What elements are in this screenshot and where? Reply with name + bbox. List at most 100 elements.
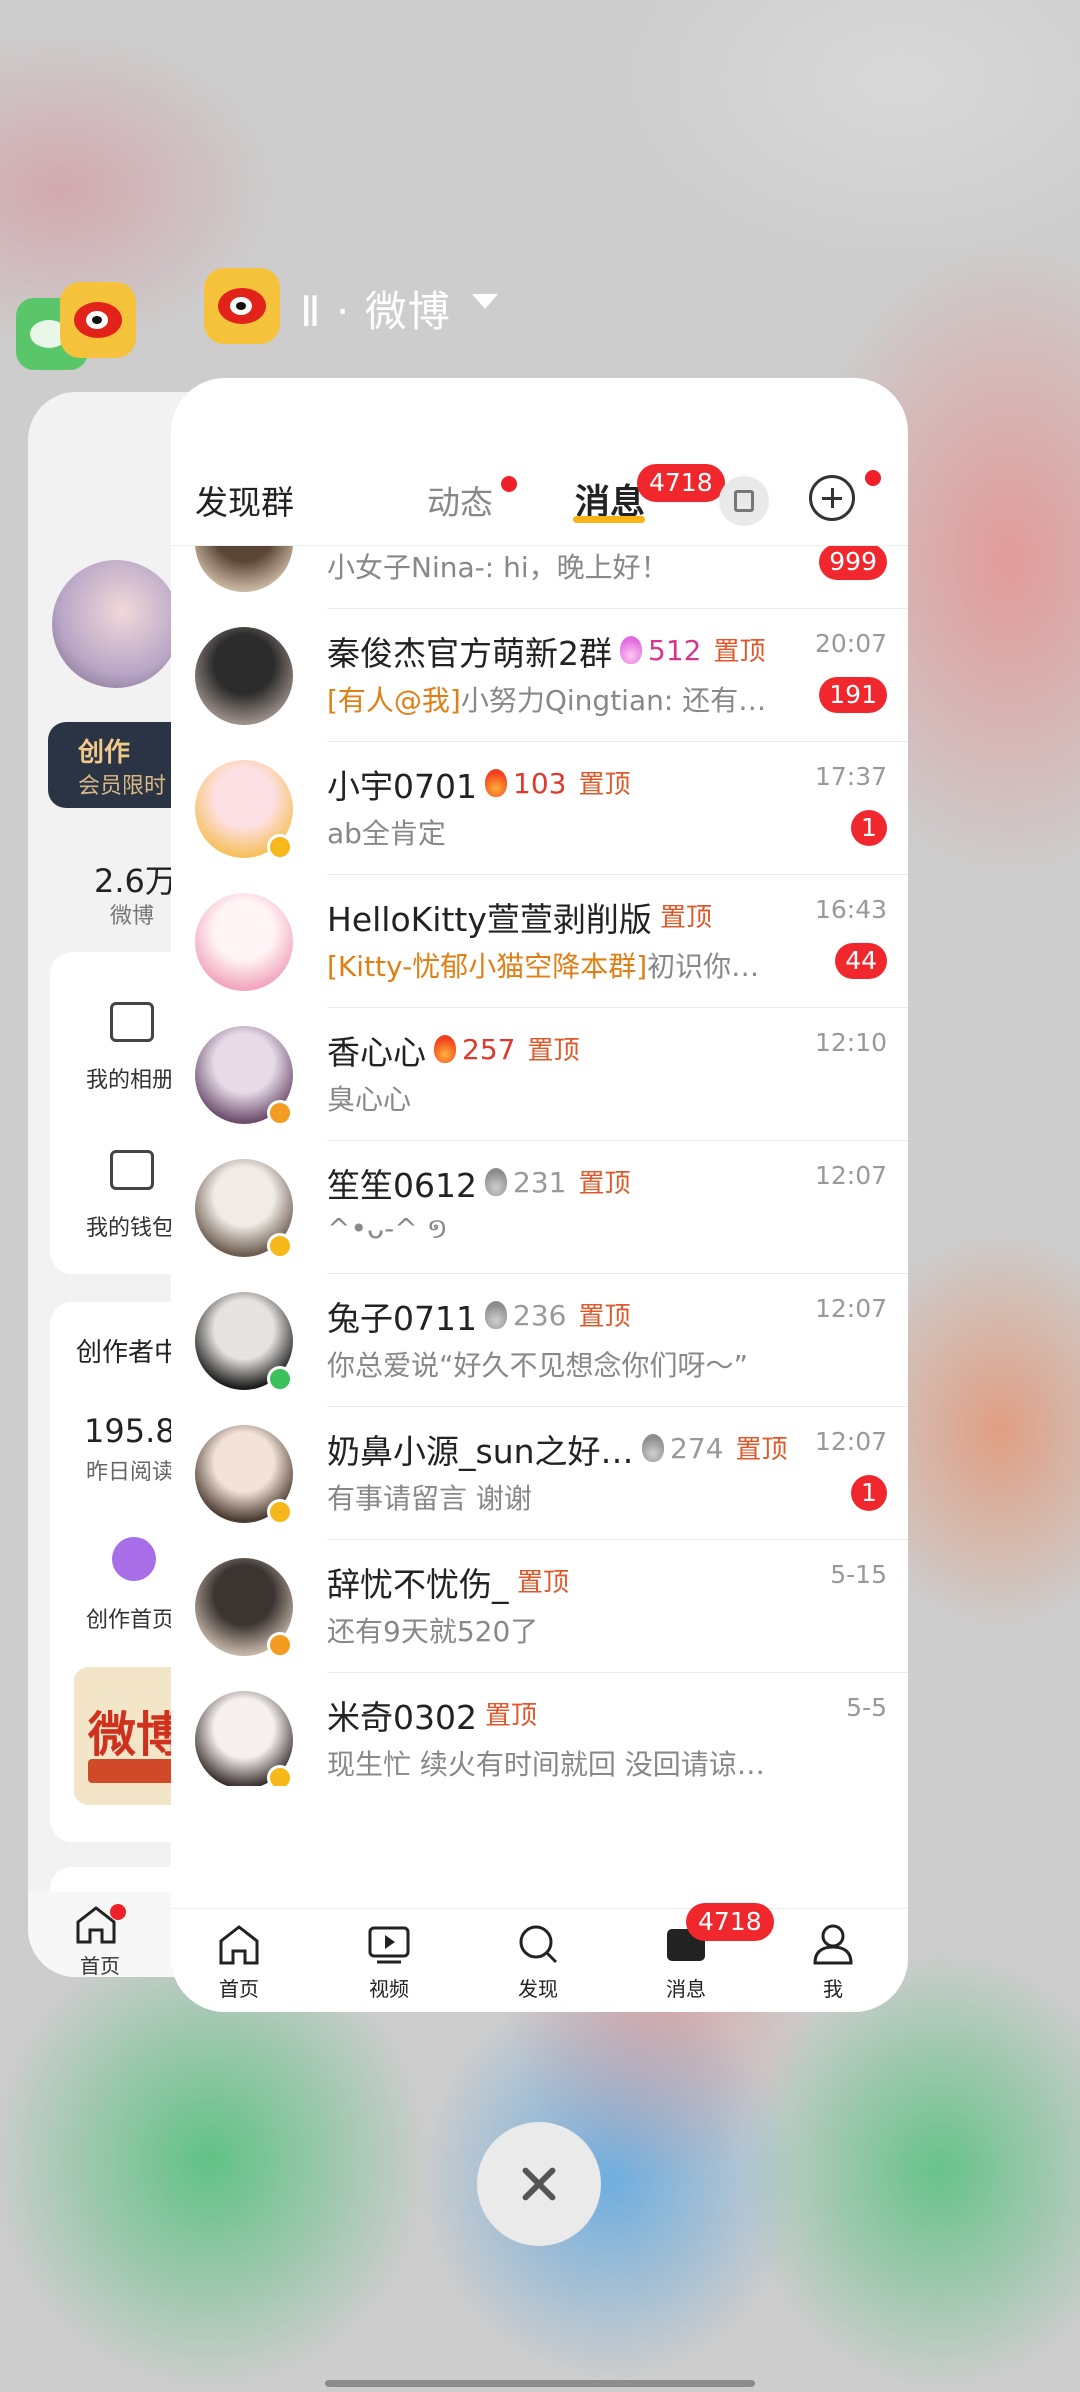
- pinned-label: 置顶: [485, 1701, 538, 1731]
- tab-me[interactable]: 我: [773, 1909, 893, 2012]
- message-preview: ^•ᴗ-^ ១: [327, 1211, 787, 1252]
- weibo-app-icon-small[interactable]: [60, 282, 136, 358]
- vip-subtitle: 会员限时: [78, 774, 167, 799]
- message-time: 17:37: [814, 762, 887, 791]
- chevron-down-icon[interactable]: [472, 294, 498, 309]
- flame-icon: [485, 1168, 507, 1196]
- message-time: 16:43: [814, 895, 887, 924]
- avatar[interactable]: [195, 893, 293, 991]
- preview-text: 你总爱说“好久不见想念你们呀～”: [327, 1349, 749, 1382]
- top-nav: 发现群 动态 消息 4718: [171, 378, 908, 545]
- wallet-icon: [110, 1150, 154, 1190]
- tab-messages-badge: 4718: [686, 1903, 774, 1941]
- avatar[interactable]: [195, 627, 293, 725]
- conversation-meta: 103 置顶: [485, 764, 630, 801]
- unread-count-badge: 44: [835, 943, 887, 979]
- add-chat-icon[interactable]: [809, 475, 855, 521]
- tab-discover-group[interactable]: 发现群: [195, 476, 294, 524]
- preview-text: ab全肯定: [327, 817, 446, 850]
- message-row[interactable]: 笙笙0612 231 置顶 12:07 ^•ᴗ-^ ១: [171, 1141, 908, 1274]
- pinned-label: 置顶: [517, 1568, 570, 1598]
- verified-badge-icon: [267, 1632, 293, 1658]
- message-time: 5-15: [830, 1560, 887, 1589]
- pinned-label: 置顶: [578, 770, 631, 800]
- verified-badge-icon: [267, 1233, 293, 1259]
- message-preview: 还有9天就520了: [327, 1610, 787, 1650]
- dynamic-dot: [501, 476, 517, 492]
- tab-discover-label: 发现: [518, 1977, 558, 2001]
- pinned-label: 置顶: [735, 1435, 788, 1465]
- banner-logo-text: 微博: [88, 1707, 185, 1763]
- conversation-meta: 置顶: [517, 1562, 569, 1599]
- preview-text: 现生忙 续火有时间就回 没回请谅解❤️: [327, 1748, 787, 1781]
- message-row[interactable]: 奶鼻小源_sun之好… 274 置顶 12:07 有事请留言 谢谢 1: [171, 1407, 908, 1540]
- message-row[interactable]: 秦俊杰官方萌新2群 512 置顶 20:07 [有人@我]小努力Qingtian: 还有…: [171, 609, 908, 742]
- unread-count-badge: 999: [819, 546, 887, 580]
- preview-text: 初识你名…: [647, 950, 787, 983]
- intimacy-score: 257: [462, 1033, 516, 1066]
- preview-text: 还有9天就520了: [327, 1615, 539, 1648]
- message-preview: 你总爱说“好久不见想念你们呀～”: [327, 1344, 787, 1384]
- recent-app-card-weibo[interactable]: 发现群 动态 消息 4718 小女子Nina-: hi，晚上好！ 999 秦俊杰官方…: [171, 378, 908, 2012]
- message-row[interactable]: HelloKitty萱萱剥削版 置顶 16:43 [Kitty-忧郁小猫空降本群]初识…: [171, 875, 908, 1008]
- message-time: 12:07: [814, 1427, 887, 1456]
- home-icon: [219, 1925, 259, 1965]
- mention-tag: [有人@我]: [327, 684, 461, 717]
- tab-messages-label: 消息: [666, 1977, 706, 2001]
- message-row[interactable]: 小宇0701 103 置顶 17:37 ab全肯定 1: [171, 742, 908, 875]
- message-time: 12:07: [814, 1161, 887, 1190]
- creator-center-title[interactable]: 创作者中: [76, 1332, 180, 1369]
- message-row[interactable]: 兔子0711 236 置顶 12:07 你总爱说“好久不见想念你们呀～”: [171, 1274, 908, 1407]
- verified-badge-icon: [267, 1100, 293, 1126]
- tab-dynamic[interactable]: 动态: [427, 476, 493, 524]
- bottom-tabbar: 首页 视频 发现 消息 4718 我: [171, 1903, 908, 2012]
- tab-video[interactable]: 视频: [329, 1909, 449, 2012]
- flame-icon: [434, 1035, 456, 1063]
- wallet-label[interactable]: 我的钱包: [86, 1210, 174, 1242]
- tab-home[interactable]: 首页: [179, 1909, 299, 2012]
- avatar[interactable]: [195, 546, 293, 592]
- tab-messages-bottom[interactable]: 消息 4718: [626, 1903, 774, 2012]
- weibo-count-label: 微博: [110, 904, 155, 929]
- message-row[interactable]: 香心心 257 置顶 12:10 臭心心: [171, 1008, 908, 1141]
- video-icon: [368, 1926, 410, 1964]
- album-label[interactable]: 我的相册: [86, 1062, 174, 1094]
- notification-dot: [110, 1904, 126, 1920]
- message-row[interactable]: 辞忧不忧伤_ 置顶 5-15 还有9天就520了: [171, 1540, 908, 1673]
- close-all-icon[interactable]: [477, 2122, 601, 2246]
- vip-title: 创作: [78, 738, 131, 768]
- pinned-label: 置顶: [578, 1302, 631, 1332]
- intimacy-score: 236: [513, 1299, 567, 1332]
- message-preview: [有人@我]小努力Qingtian: 还有没…: [327, 679, 787, 719]
- home-indicator[interactable]: [325, 2380, 755, 2387]
- tab-home-label: 首页: [219, 1977, 259, 2001]
- flame-icon: [485, 769, 507, 797]
- tab-home-label[interactable]: 首页: [80, 1950, 120, 1977]
- conversation-meta: 置顶: [485, 1695, 537, 1732]
- message-list[interactable]: 小女子Nina-: hi，晚上好！ 999 秦俊杰官方萌新2群 512 置顶 20:07 […: [171, 545, 908, 1786]
- app-title[interactable]: Ⅱ · 微博: [300, 278, 451, 339]
- pinned-label: 置顶: [527, 1036, 580, 1066]
- intimacy-score: 512: [648, 634, 702, 667]
- preview-text: 小努力Qingtian: 还有没…: [460, 684, 787, 717]
- clean-icon[interactable]: [719, 476, 769, 526]
- conversation-name: 香心心: [327, 1033, 426, 1072]
- verified-badge-icon: [267, 1765, 293, 1786]
- unread-count-badge: 1: [851, 1475, 887, 1511]
- message-row[interactable]: 小女子Nina-: hi，晚上好！ 999: [171, 546, 908, 609]
- tab-underline: [573, 516, 645, 523]
- read-count: 195.8: [84, 1412, 176, 1450]
- conversation-name: 笙笙0612: [327, 1166, 477, 1205]
- tab-me-label: 我: [823, 1977, 843, 2001]
- creator-home-label[interactable]: 创作首页: [86, 1602, 174, 1634]
- conversation-meta: 236 置顶: [485, 1296, 630, 1333]
- mention-tag: [Kitty-忧郁小猫空降本群]: [327, 950, 648, 983]
- pinned-label: 置顶: [578, 1169, 631, 1199]
- message-preview: 小女子Nina-: hi，晚上好！: [327, 546, 787, 586]
- tab-video-label: 视频: [369, 1977, 409, 2001]
- weibo-app-icon[interactable]: [204, 268, 280, 344]
- tab-discover[interactable]: 发现: [478, 1909, 598, 2012]
- message-row[interactable]: 米奇0302 置顶 5-5 现生忙 续火有时间就回 没回请谅解❤️: [171, 1673, 908, 1786]
- preview-text: 小女子Nina-: hi，晚上好！: [327, 551, 669, 584]
- pinned-label: 置顶: [660, 903, 713, 933]
